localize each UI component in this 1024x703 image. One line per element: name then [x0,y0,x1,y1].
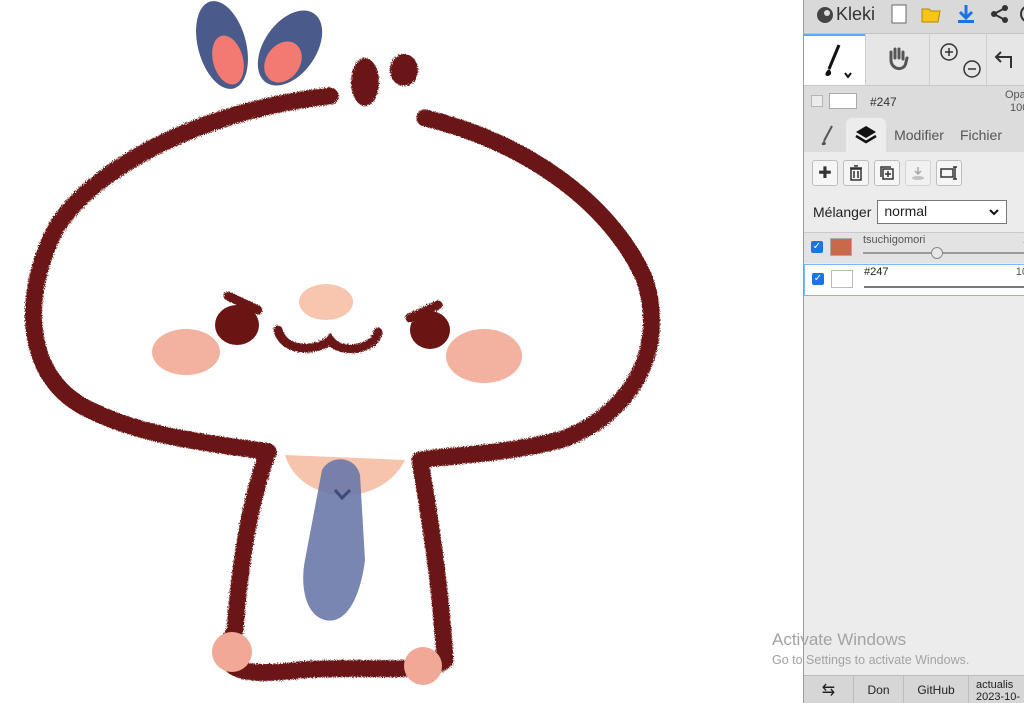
layer-name: tsuchigomori [863,234,926,246]
swap-side-button[interactable]: ⇆ [804,676,854,703]
rename-icon [940,166,957,180]
zoom-in-out-icon [940,42,981,78]
tab-layers[interactable] [846,118,886,152]
plus-icon: ✚ [818,165,832,182]
update-date: 2023-10- [976,691,1021,703]
layer-opacity-knob[interactable] [931,247,943,259]
layer-row-tsuchigomori[interactable]: ✓ tsuchigomori 1 [804,232,1024,263]
tab-file[interactable]: Fichier [954,118,1008,152]
collar-and-tie [285,455,405,621]
sidebar-panel: Kleki #247 Opa 10 Modifier Fichier ✚ Mél… [803,0,1024,703]
mouth [273,325,383,354]
brush-tool[interactable] [804,34,865,85]
blend-mode-value: normal [884,203,928,219]
tab-edit[interactable]: Modifier [890,118,948,152]
opacity-label: Opa [1005,89,1024,101]
head-outline-left [25,87,339,461]
opacity-value: 100 [1010,102,1024,114]
body-right [411,451,454,669]
layer-status-name: #247 [870,95,897,109]
layer-actions: ✚ [812,160,962,186]
github-link[interactable]: GitHub [904,676,969,703]
brush-tool-icon [824,43,852,79]
layer-thumbnail [831,270,853,288]
add-layer-button[interactable]: ✚ [812,160,838,186]
delete-layer-button[interactable] [843,160,869,186]
rename-layer-button[interactable] [936,160,962,186]
layer-opacity-value: 10 [1015,266,1024,278]
layer-opacity-slider[interactable] [864,286,1024,288]
download-icon [958,5,974,23]
blend-label: Mélanger [813,204,872,220]
layer-opacity-slider[interactable] [863,247,1024,259]
help-button[interactable] [1016,1,1024,27]
layer-thumbnail [830,238,852,256]
update-label: actualis [976,679,1014,691]
share-icon [991,5,1008,23]
tool-row [804,34,1024,86]
layer-status-thumbnail [829,93,857,109]
hand-tool[interactable] [866,34,929,85]
brush-icon [821,125,833,146]
trash-icon [850,165,862,181]
layers-icon [855,126,877,144]
download-button[interactable] [953,1,979,27]
drawing-canvas[interactable] [0,0,803,703]
kleki-logo[interactable]: Kleki [816,4,875,25]
head-outline-right [411,109,661,469]
merge-icon [912,167,924,180]
kleki-logo-icon [817,6,833,23]
layer-visibility-checkbox[interactable]: ✓ [811,241,823,253]
update-info[interactable]: actualis 2023-10- [976,679,1020,703]
layer-name: #247 [864,266,889,278]
merge-layer-button[interactable] [905,160,931,186]
zoom-controls[interactable] [930,34,986,85]
tab-brush[interactable] [808,118,846,152]
layer-visibility-checkbox[interactable]: ✓ [812,273,824,285]
blend-mode-select[interactable]: normal [877,200,1008,224]
layers-panel: ✚ Mélanger normal ✓ tsuchigomori ✓ #247 … [804,152,1024,703]
hand-tool-icon [889,47,908,70]
new-file-button[interactable] [886,1,912,27]
body-left [226,443,277,639]
open-folder-icon [921,8,941,23]
drawing-illustration [25,1,661,685]
undo-button[interactable] [987,34,1024,85]
new-file-icon [891,4,907,24]
chevron-down-icon [989,209,1000,216]
duplicate-layer-button[interactable] [874,160,900,186]
current-layer-status: #247 Opa 100 [804,86,1024,118]
share-button[interactable] [987,1,1013,27]
layer-row-247[interactable]: ✓ #247 10 [804,264,1024,296]
undo-icon [994,50,1012,68]
top-bar: Kleki [804,0,1024,34]
duplicate-icon [880,166,894,180]
bottom-bar: ⇆ Don GitHub actualis 2023-10- [804,675,1024,703]
open-file-button[interactable] [918,1,944,27]
bow-shape [196,1,323,89]
app-name: Kleki [836,4,876,24]
help-icon [1020,6,1024,22]
tab-row: Modifier Fichier [804,118,1024,152]
face [152,284,522,383]
donate-link[interactable]: Don [854,676,904,703]
layer-status-checkbox[interactable] [811,95,823,107]
hair-tufts [351,54,418,106]
blend-mode-row: Mélanger normal [813,200,1008,224]
